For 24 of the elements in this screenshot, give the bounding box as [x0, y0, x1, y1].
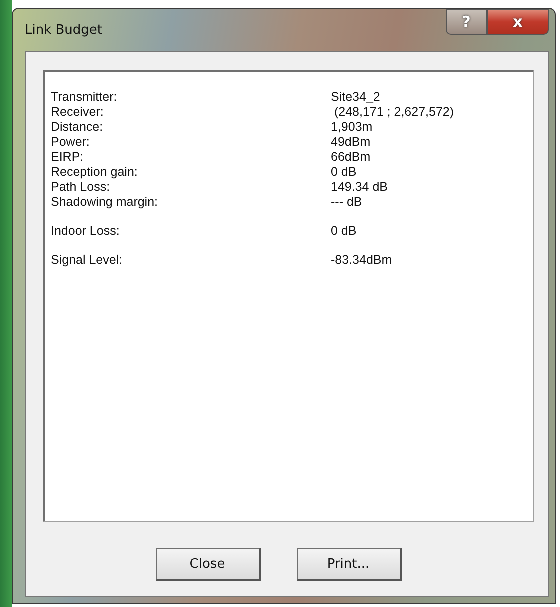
field-label: Reception gain:	[51, 165, 139, 180]
field-label: Path Loss:	[51, 180, 112, 195]
field-label: Power:	[51, 135, 91, 150]
field-label: EIRP:	[51, 150, 85, 165]
field-label: Receiver:	[51, 105, 105, 120]
field-label: Transmitter:	[51, 90, 118, 105]
field-value: 149.34 dB	[331, 180, 389, 195]
field-value: (248,171 ; 2,627,572)	[333, 105, 456, 120]
field-value: -83.34dBm	[331, 253, 394, 268]
field-value: 49dBm	[331, 135, 372, 150]
field-value: Site34_2	[331, 90, 382, 105]
print-button[interactable]: Print...	[296, 548, 402, 581]
field-label: Signal Level:	[51, 253, 124, 268]
field-value: 0 dB	[331, 224, 358, 239]
field-label: Shadowing margin:	[51, 195, 160, 210]
window-title: Link Budget	[25, 23, 103, 38]
field-label: Indoor Loss:	[51, 224, 121, 239]
field-value: 66dBm	[331, 150, 372, 165]
field-value: 1,903m	[331, 120, 374, 135]
close-button[interactable]: Close	[156, 548, 260, 581]
field-value: 0 dB	[331, 165, 358, 180]
field-value: --- dB	[331, 195, 364, 210]
field-label: Distance:	[51, 120, 104, 135]
window-x-button[interactable]: x	[487, 9, 549, 35]
